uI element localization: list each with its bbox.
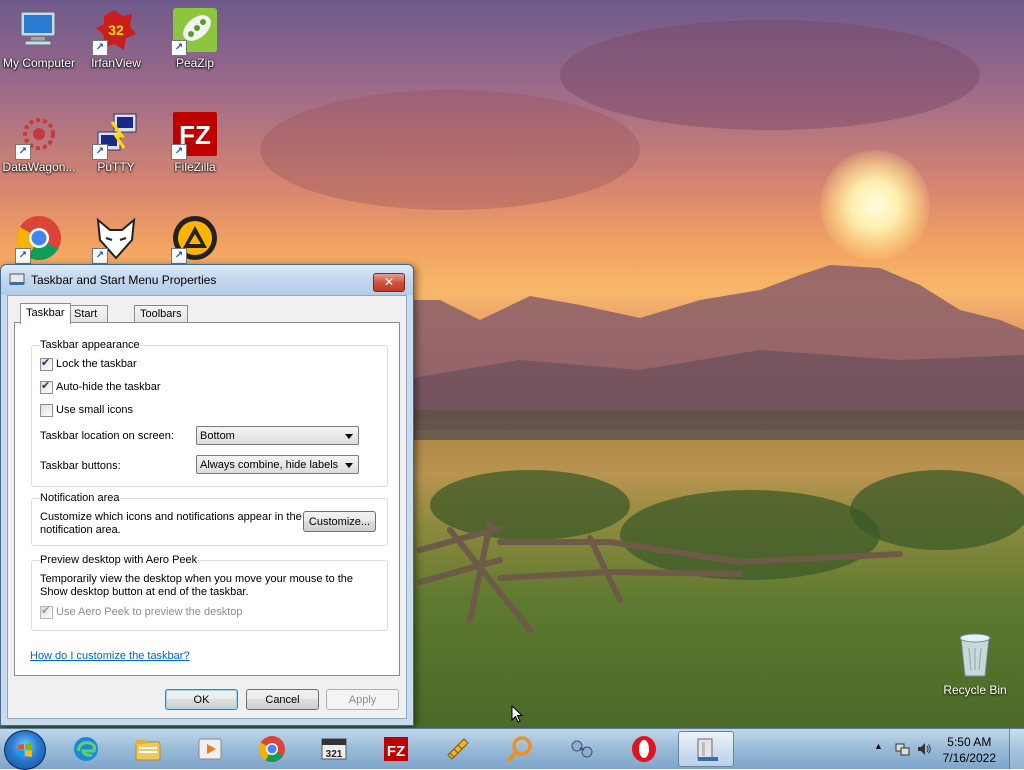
shortcut-arrow-icon: ↗: [171, 144, 187, 160]
location-dropdown[interactable]: Bottom: [196, 426, 359, 445]
aero-peek-description-2: Show desktop button at end of the taskba…: [40, 586, 249, 598]
search-tool-icon: [507, 736, 532, 762]
explorer-icon: [135, 740, 161, 761]
dialog-client-area: Taskbar Start Menu Toolbars Taskbar appe…: [7, 295, 407, 719]
taskbar: 321 FZ ▲ 5:50 AM 7/16/2022: [0, 728, 1024, 770]
taskbar-network-tool[interactable]: [554, 731, 610, 767]
svg-text:321: 321: [326, 749, 343, 760]
wooden-fence: [417, 521, 903, 633]
computer-icon: [20, 11, 56, 46]
clock[interactable]: 5:50 AM 7/16/2022: [943, 734, 996, 766]
shortcut-arrow-icon: ↗: [92, 144, 108, 160]
clock-time: 5:50 AM: [947, 735, 992, 749]
small-icons-label: Use small icons: [56, 404, 134, 416]
taskbar-properties-icon: [9, 273, 25, 285]
desktop-icon-peazip[interactable]: ↗ PeaZip: [157, 2, 233, 74]
taskbar-buttons-label: Taskbar buttons:: [40, 460, 121, 472]
shortcut-arrow-icon: ↗: [15, 144, 31, 160]
notification-description-2: notification area.: [40, 524, 121, 536]
location-value: Bottom: [200, 430, 235, 442]
dialog-title: Taskbar and Start Menu Properties: [31, 273, 217, 287]
svg-text:32: 32: [108, 22, 124, 38]
windows-logo-icon: [18, 743, 32, 757]
aero-peek-description: Temporarily view the desktop when you mo…: [40, 573, 354, 585]
shortcut-arrow-icon: ↗: [15, 248, 31, 264]
svg-text:FZ: FZ: [387, 743, 405, 760]
mouse-cursor-icon: [511, 705, 523, 723]
filezilla-icon: FZ: [384, 737, 408, 761]
taskbar-opera[interactable]: [616, 731, 672, 767]
desktop-icon-irfanview[interactable]: 32 ↗ IrfanView: [78, 2, 154, 74]
taskbar-appearance-group: Taskbar appearance Lock the taskbar Auto…: [31, 339, 388, 487]
edge-icon: [74, 737, 98, 761]
recycle-bin-icon: [959, 633, 991, 677]
taskbar-sandbox[interactable]: [430, 731, 486, 767]
taskbar-filezilla[interactable]: FZ: [368, 731, 424, 767]
small-icons-checkbox[interactable]: [40, 404, 53, 417]
desktop-icon-putty[interactable]: ↗ PuTTY: [78, 106, 154, 178]
taskbar-explorer[interactable]: [120, 731, 176, 767]
notification-description: Customize which icons and notifications …: [40, 511, 302, 523]
mpc-hc-icon: 321: [321, 738, 347, 760]
aero-peek-checkbox[interactable]: [40, 604, 53, 619]
start-button[interactable]: [4, 730, 46, 770]
auto-hide-label: Auto-hide the taskbar: [56, 381, 161, 393]
aero-peek-group: Preview desktop with Aero Peek Temporari…: [31, 554, 388, 631]
dropdown-arrow-icon: [345, 434, 353, 439]
close-button[interactable]: ✕: [373, 273, 405, 292]
tab-toolbars[interactable]: Toolbars: [134, 305, 188, 323]
tab-taskbar[interactable]: Taskbar: [20, 303, 71, 324]
auto-hide-checkbox[interactable]: [40, 379, 53, 394]
desktop-icon-recycle-bin[interactable]: Recycle Bin: [940, 630, 1010, 702]
tab-start-menu[interactable]: Start Menu: [68, 305, 108, 337]
dropdown-arrow-icon: [345, 463, 353, 468]
customize-button[interactable]: Customize...: [303, 511, 376, 532]
opera-icon: [632, 736, 656, 762]
taskbar-mpc-hc[interactable]: 321: [306, 731, 362, 767]
desktop-icon-filezilla[interactable]: FZ ↗ FileZilla: [157, 106, 233, 178]
shortcut-arrow-icon: ↗: [92, 40, 108, 56]
chrome-icon: [258, 736, 285, 762]
group-title: Notification area: [40, 492, 120, 504]
dialog-titlebar[interactable]: Taskbar and Start Menu Properties ✕: [1, 265, 413, 295]
taskbar-tab-panel: Taskbar appearance Lock the taskbar Auto…: [14, 322, 400, 676]
cancel-button[interactable]: Cancel: [246, 689, 319, 710]
desktop-icon-my-computer[interactable]: My Computer: [1, 2, 77, 74]
taskbar-edge[interactable]: [58, 731, 114, 767]
apply-button[interactable]: Apply: [326, 689, 399, 710]
network-icon[interactable]: [894, 741, 910, 757]
system-tray: ▲ 5:50 AM 7/16/2022: [864, 729, 1024, 769]
shortcut-arrow-icon: ↗: [171, 248, 187, 264]
taskbar-buttons-value: Always combine, hide labels: [200, 459, 339, 471]
taskbar-search-tool[interactable]: [492, 731, 548, 767]
taskbar-media-player[interactable]: [182, 731, 238, 767]
lock-taskbar-checkbox[interactable]: [40, 356, 53, 371]
taskbar-properties-window[interactable]: [678, 731, 734, 767]
lock-taskbar-label: Lock the taskbar: [56, 358, 137, 370]
media-player-icon: [198, 738, 222, 760]
group-title: Taskbar appearance: [40, 339, 140, 351]
ok-button[interactable]: OK: [165, 689, 238, 710]
desktop-icon-datawagon[interactable]: ↗ DataWagon...: [1, 106, 77, 178]
shortcut-arrow-icon: ↗: [92, 248, 108, 264]
network-tool-icon: [571, 740, 593, 758]
volume-icon[interactable]: [916, 741, 932, 757]
group-title: Preview desktop with Aero Peek: [40, 554, 198, 566]
location-label: Taskbar location on screen:: [40, 430, 174, 442]
taskbar-buttons-dropdown[interactable]: Always combine, hide labels: [196, 455, 359, 474]
shortcut-arrow-icon: ↗: [171, 40, 187, 56]
properties-window-icon: [697, 738, 718, 761]
show-hidden-icons-icon[interactable]: ▲: [874, 741, 883, 751]
aero-peek-label: Use Aero Peek to preview the desktop: [56, 606, 243, 618]
taskbar-chrome[interactable]: [244, 731, 300, 767]
taskbar-properties-dialog: Taskbar and Start Menu Properties ✕ Task…: [0, 264, 414, 726]
clock-date: 7/16/2022: [942, 751, 996, 765]
help-link[interactable]: How do I customize the taskbar?: [30, 650, 190, 662]
show-desktop-button[interactable]: [1009, 729, 1024, 769]
notification-area-group: Notification area Customize which icons …: [31, 492, 388, 546]
sandbox-icon: [447, 738, 469, 760]
